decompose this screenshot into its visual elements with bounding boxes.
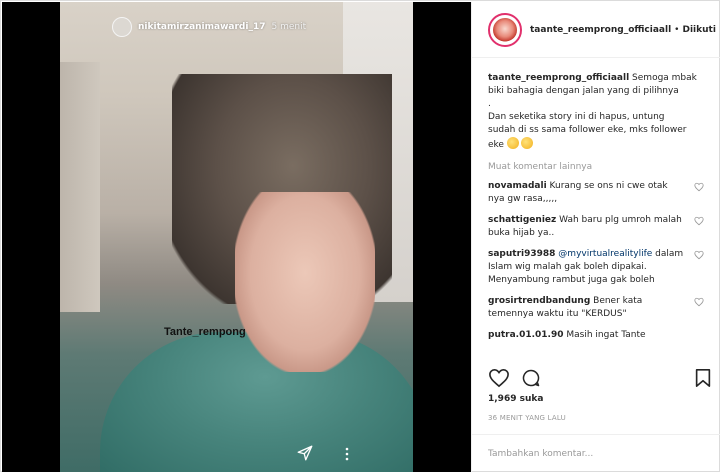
caption-line: eke [488,140,504,150]
comment-item: schattigeniez Wah baru plg umroh malah b… [488,214,704,240]
comment-bubble-icon[interactable] [520,368,542,388]
likes-count[interactable]: 1,969 suka [488,394,543,404]
emoji-icon [506,137,519,149]
comment-username[interactable]: grosirtrendbandung [488,296,590,306]
separator-dot: • [674,24,680,35]
like-heart-icon[interactable] [488,368,510,388]
like-comment-heart-icon[interactable] [694,250,704,260]
post-caption: taante_reemprong_officiaall Semoga mbak … [488,72,704,152]
author-username[interactable]: taante_reemprong_officiaall [530,25,671,35]
send-icon [297,445,313,461]
post-timestamp: 36 MENIT YANG LALU [488,414,566,422]
comment-item: putra.01.01.90 Masih ingat Tante [488,329,704,342]
comment-username[interactable]: novamadali [488,181,547,191]
post-sidebar: taante_reemprong_officiaall • Diikuti ta… [471,2,720,472]
caption-line: biki bahagia dengan jalan yang di pilihn… [488,86,679,96]
post-header: taante_reemprong_officiaall • Diikuti [472,2,720,58]
face [235,192,375,372]
story-screenshot: nikitamirzanimawardi_17 5 menit Tante_re… [60,2,413,472]
comment-text: Masih ingat Tante [566,330,646,340]
comment-item: saputri93988 @myvirtualrealitylife dalam… [488,248,704,287]
comment-username[interactable]: schattigeniez [488,215,556,225]
comment-input[interactable] [488,448,698,459]
author-avatar[interactable] [488,12,522,47]
story-username: nikitamirzanimawardi_17 [138,22,266,32]
story-avatar [112,17,132,37]
comment-item: grosirtrendbandung Bener kata temennya w… [488,295,704,321]
caption-line: sudah di ss sama follower eke, mks follo… [488,125,687,135]
instagram-post-frame: nikitamirzanimawardi_17 5 menit Tante_re… [0,0,720,472]
follow-button[interactable]: Diikuti [682,25,715,35]
watermark-text: Tante_rempong [164,326,246,338]
caption-line: . [488,99,491,109]
story-header: nikitamirzanimawardi_17 5 menit [112,14,306,40]
comments-section: taante_reemprong_officiaall Semoga mbak … [472,58,720,358]
add-comment-bar [472,434,720,472]
bookmark-icon[interactable] [694,368,712,388]
load-more-comments[interactable]: Muat komentar lainnya [488,162,704,172]
like-comment-heart-icon[interactable] [694,216,704,226]
like-comment-heart-icon[interactable] [694,297,704,307]
caption-author[interactable]: taante_reemprong_officiaall [488,73,629,83]
like-comment-heart-icon[interactable] [694,182,704,192]
comment-username[interactable]: putra.01.01.90 [488,330,564,340]
emoji-icon [520,137,533,149]
more-options-icon [345,447,349,461]
caption-line: Dan seketika story ini di hapus, untung [488,112,665,122]
comment-username[interactable]: saputri93988 [488,249,555,259]
car-interior [60,62,100,312]
post-actions [488,368,712,388]
media-panel: nikitamirzanimawardi_17 5 menit Tante_re… [2,2,471,472]
comment-mention[interactable]: @myvirtualrealitylife [558,249,652,259]
caption-line: Semoga mbak [632,73,697,83]
comment-item: novamadali Kurang se ons ni cwe otak nya… [488,180,704,206]
story-time: 5 menit [271,22,307,32]
